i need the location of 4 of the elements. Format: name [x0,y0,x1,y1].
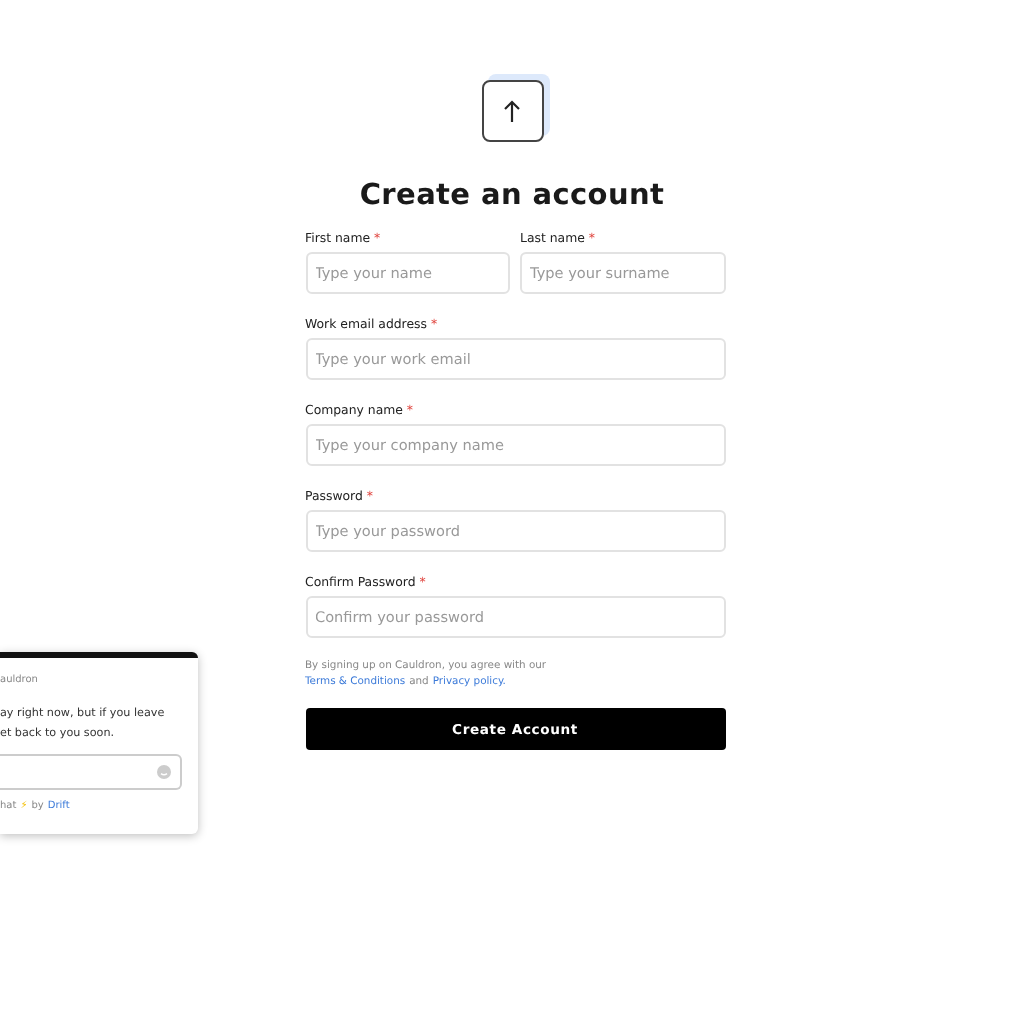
arrow-up-icon [502,99,522,123]
page-title: Create an account [359,180,665,212]
chat-input-field[interactable] [0,754,182,790]
emoji-icon[interactable] [156,764,172,780]
